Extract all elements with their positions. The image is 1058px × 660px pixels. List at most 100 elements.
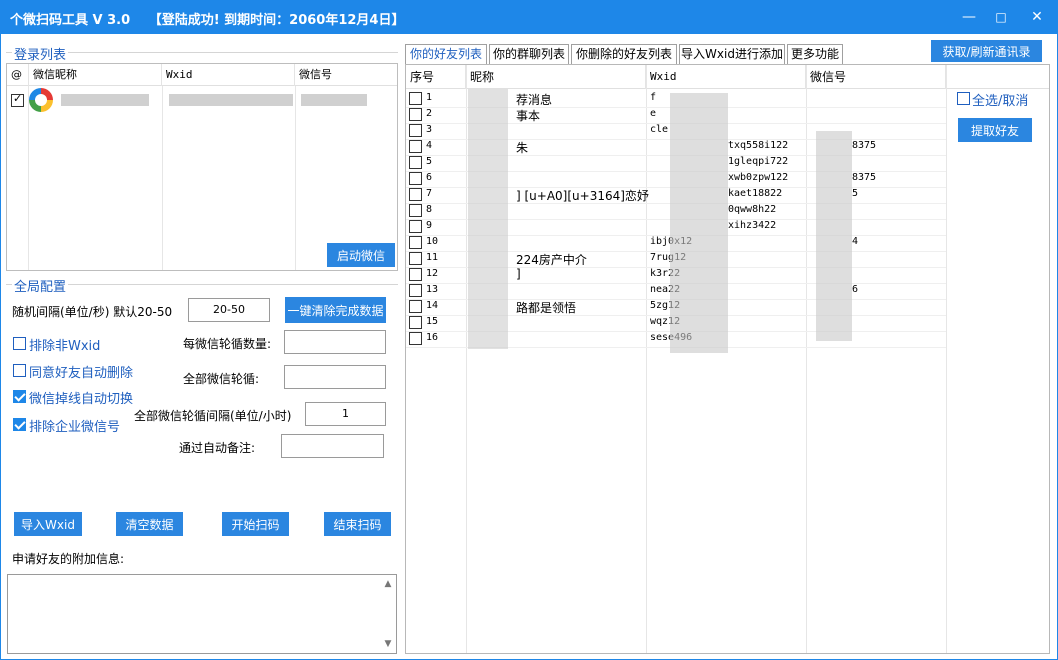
title-bar: 个微扫码工具 V 3.0 【登陆成功! 到期时间：2060年12月4日】 — □…: [0, 0, 1058, 34]
tab-more[interactable]: 更多功能: [787, 44, 843, 65]
auto-remark-input[interactable]: [281, 434, 384, 458]
tab-groups[interactable]: 你的群聊列表: [489, 44, 569, 65]
start-scan-button[interactable]: 开始扫码: [222, 512, 289, 536]
friend-row-nick: ]: [516, 267, 521, 281]
select-all-label: 全选/取消: [972, 94, 1029, 109]
redacted-nickname: [61, 94, 149, 106]
friend-row-index: 13: [426, 284, 439, 295]
login-row-checkbox[interactable]: ✓: [11, 92, 24, 107]
friend-row-checkbox[interactable]: [409, 156, 422, 169]
import-wxid-button[interactable]: 导入Wxid: [14, 512, 82, 536]
scroll-up-icon[interactable]: ▲: [382, 578, 394, 590]
friend-row-nick: 路都是领悟: [516, 301, 577, 315]
friend-row-checkbox[interactable]: [409, 236, 422, 249]
login-group-title: 登录列表: [12, 44, 69, 63]
exclude-non-wxid-label: 排除非Wxid: [29, 339, 101, 354]
friend-row-wxid: kaet18822: [728, 188, 783, 199]
friend-row-wxid: cle: [650, 124, 669, 135]
friend-row-wechat-number: 8375: [852, 172, 877, 183]
app-name: 个微扫码工具 V 3.0: [10, 13, 131, 28]
per-rotation-input[interactable]: [284, 330, 386, 354]
col-nickname[interactable]: 微信昵称: [29, 64, 162, 86]
friend-row-checkbox[interactable]: [409, 108, 422, 121]
friend-row-wechat-number: 4: [852, 236, 859, 247]
friend-row-checkbox[interactable]: [409, 220, 422, 233]
extract-friends-button[interactable]: 提取好友: [958, 118, 1032, 142]
friends-grid[interactable]: 序号 昵称 Wxid 微信号 1 荐消息 f 2 事本 e 3 cle 4 朱 txq558i122…: [405, 64, 1050, 654]
interval-label: 随机间隔(单位/秒) 默认20-50: [12, 305, 173, 319]
rotation-interval-input[interactable]: 1: [305, 402, 386, 426]
friend-row-checkbox[interactable]: [409, 204, 422, 217]
close-button[interactable]: ✕: [1024, 6, 1050, 28]
config-group-title: 全局配置: [12, 276, 69, 295]
friend-row-nick: 事本: [516, 109, 541, 123]
col-at[interactable]: @: [7, 64, 29, 86]
start-wechat-button[interactable]: 启动微信: [327, 243, 395, 267]
minimize-button[interactable]: —: [956, 6, 982, 28]
stop-scan-button[interactable]: 结束扫码: [324, 512, 391, 536]
friend-row-checkbox[interactable]: [409, 172, 422, 185]
col-index[interactable]: 序号: [406, 65, 466, 89]
friend-row-checkbox[interactable]: [409, 140, 422, 153]
friend-row-checkbox[interactable]: [409, 316, 422, 329]
maximize-button[interactable]: □: [988, 6, 1014, 28]
tab-deleted-friends[interactable]: 你删除的好友列表: [571, 44, 677, 65]
friend-row-wechat-number: 6: [852, 284, 859, 295]
login-row[interactable]: ✓: [7, 86, 397, 114]
friend-row-nick: ] [u+A0][u+3164]恋妤: [516, 189, 649, 203]
friend-row-wxid: xihz3422: [728, 220, 777, 231]
friend-row-checkbox[interactable]: [409, 92, 422, 105]
friend-row-index: 1: [426, 92, 433, 103]
friend-row-wechat-number: 8375: [852, 140, 877, 151]
col-nick[interactable]: 昵称: [466, 65, 646, 89]
friend-row-index: 6: [426, 172, 433, 183]
friend-row-index: 8: [426, 204, 433, 215]
friend-row-index: 7: [426, 188, 433, 199]
login-grid[interactable]: @ 微信昵称 Wxid 微信号 ✓ 启动微信: [6, 63, 398, 271]
tab-import-wxid[interactable]: 导入Wxid进行添加: [679, 44, 785, 65]
friend-row-checkbox[interactable]: [409, 300, 422, 313]
exclude-enterprise-label: 排除企业微信号: [29, 420, 121, 435]
friend-row-checkbox[interactable]: [409, 332, 422, 345]
friends-grid-header: 序号 昵称 Wxid 微信号: [406, 65, 1049, 89]
friend-row-wxid: 0qww8h22: [728, 204, 777, 215]
auto-remark-label: 通过自动备注:: [179, 441, 256, 455]
all-rotation-input[interactable]: [284, 365, 386, 389]
friend-row-checkbox[interactable]: [409, 124, 422, 137]
rotation-interval-label: 全部微信轮循间隔(单位/小时): [134, 409, 292, 423]
select-all-box[interactable]: [957, 92, 970, 105]
all-rotation-label: 全部微信轮循:: [183, 372, 260, 386]
friend-row-checkbox[interactable]: [409, 252, 422, 265]
friend-row-index: 9: [426, 220, 433, 231]
scroll-down-icon[interactable]: ▼: [382, 638, 394, 650]
redacted-wxid-column: [670, 93, 728, 353]
extra-info-textarea[interactable]: ▲ ▼: [7, 574, 397, 654]
friend-row-wxid: f: [650, 92, 657, 103]
col-wxid[interactable]: Wxid: [162, 64, 295, 86]
col-wxid[interactable]: Wxid: [646, 65, 806, 89]
avatar: [29, 88, 53, 112]
clear-data-button[interactable]: 清空数据: [116, 512, 183, 536]
friend-row-checkbox[interactable]: [409, 268, 422, 281]
tab-friends[interactable]: 你的好友列表: [405, 44, 487, 66]
friend-row-index: 5: [426, 156, 433, 167]
friend-row-wxid: xwb0zpw122: [728, 172, 789, 183]
auto-switch-label: 微信掉线自动切换: [29, 392, 134, 407]
auto-delete-box[interactable]: [13, 364, 26, 377]
friend-row-checkbox[interactable]: [409, 284, 422, 297]
exclude-enterprise-box[interactable]: [13, 418, 26, 431]
friend-row-wxid: 1gleqpi722: [728, 156, 789, 167]
col-wechat-id[interactable]: 微信号: [295, 64, 397, 86]
auto-switch-box[interactable]: [13, 390, 26, 403]
redacted-wechat-column: [816, 131, 852, 341]
col-wechat-number[interactable]: 微信号: [806, 65, 946, 89]
friend-row-index: 4: [426, 140, 433, 151]
redacted-wechat-id: [301, 94, 367, 106]
friend-row-wxid: e: [650, 108, 657, 119]
refresh-contacts-button[interactable]: 获取/刷新通讯录: [931, 40, 1042, 62]
friend-row-checkbox[interactable]: [409, 188, 422, 201]
clear-done-button[interactable]: 一键清除完成数据: [285, 297, 386, 323]
interval-input[interactable]: 20-50: [188, 298, 270, 322]
exclude-non-wxid-box[interactable]: [13, 337, 26, 350]
friend-row-nick: 朱: [516, 141, 529, 155]
